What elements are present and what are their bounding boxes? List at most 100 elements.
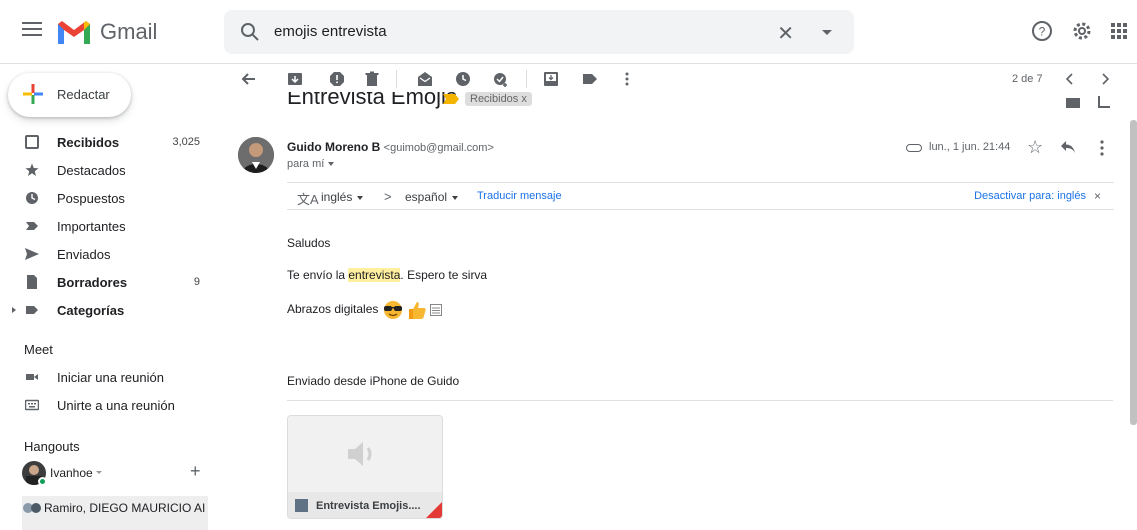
sidebar-nav: Recibidos 3,025 Destacados Pospuestos Im… xyxy=(0,128,216,324)
sidebar-item-categories[interactable]: Categorías xyxy=(0,296,216,324)
search-box[interactable]: emojis entrevista ✕ xyxy=(224,10,854,54)
label-icon xyxy=(26,306,38,314)
move-to-icon[interactable] xyxy=(543,71,559,87)
chevron-down-icon[interactable] xyxy=(328,162,335,167)
drafts-count: 9 xyxy=(193,276,200,288)
clock-icon xyxy=(26,192,38,204)
labels-icon[interactable] xyxy=(582,71,598,87)
expand-arrow-icon[interactable] xyxy=(12,307,16,313)
more-icon[interactable] xyxy=(619,71,635,87)
attachment-icon xyxy=(906,144,922,152)
sidebar-item-drafts[interactable]: Borradores 9 xyxy=(0,268,216,296)
mark-unread-icon[interactable] xyxy=(417,71,433,87)
file-corner-icon xyxy=(424,502,442,518)
app-name: Gmail xyxy=(100,19,158,44)
unread-count: 3,025 xyxy=(172,136,200,148)
close-icon[interactable]: × xyxy=(1094,189,1101,203)
divider xyxy=(287,400,1113,401)
prev-icon[interactable] xyxy=(1062,71,1078,87)
sidebar-item-snoozed[interactable]: Pospuestos xyxy=(0,184,216,212)
keyboard-icon xyxy=(25,399,39,411)
scrollbar[interactable] xyxy=(1130,120,1137,425)
gmail-logo-icon xyxy=(58,21,90,44)
sidebar-item-sent[interactable]: Enviados xyxy=(0,240,216,268)
sunglasses-emoji-icon xyxy=(383,301,402,319)
print-icon[interactable] xyxy=(1066,98,1080,108)
menu-icon[interactable] xyxy=(22,22,42,42)
target-language-select[interactable]: español xyxy=(405,190,459,204)
search-input[interactable]: emojis entrevista xyxy=(274,23,387,40)
sender: Guido Moreno B <guimob@gmail.com> xyxy=(287,140,494,154)
help-icon[interactable]: ? xyxy=(1031,20,1053,42)
source-language-select[interactable]: inglés xyxy=(321,190,364,204)
apps-icon[interactable] xyxy=(1108,20,1130,42)
toolbar-divider xyxy=(396,70,397,88)
settings-icon[interactable] xyxy=(1071,20,1093,42)
delete-icon[interactable] xyxy=(364,71,380,87)
hangouts-user[interactable]: Ivanhoe + xyxy=(22,461,216,487)
audio-icon xyxy=(295,499,308,512)
important-marker-icon[interactable] xyxy=(443,94,459,104)
sidebar-item-label: Borradores xyxy=(57,275,128,290)
snooze-icon[interactable] xyxy=(455,71,471,87)
dropdown-icon xyxy=(452,195,459,200)
translate-link[interactable]: Traducir mensaje xyxy=(477,190,562,202)
add-task-icon[interactable] xyxy=(493,71,509,87)
top-bar: Gmail emojis entrevista ✕ ? xyxy=(0,0,1137,64)
clear-icon[interactable]: ✕ xyxy=(777,21,794,46)
toolbar-divider xyxy=(526,70,527,88)
sidebar-item-starred[interactable]: Destacados xyxy=(0,156,216,184)
attachment-name: Entrevista Emojis.... xyxy=(316,500,421,512)
meet-section-title: Meet xyxy=(24,342,53,357)
contact-name: Ramiro, DIEGO MAURICIO AI xyxy=(44,501,206,515)
search-icon[interactable] xyxy=(240,22,260,42)
avatar[interactable] xyxy=(238,137,274,173)
label-chip[interactable]: Recibidos x xyxy=(465,92,532,106)
group-avatar-icon xyxy=(23,503,41,513)
back-icon[interactable] xyxy=(240,71,256,87)
star-icon xyxy=(25,163,39,176)
page-title: Entrevista Emojis xyxy=(287,92,457,109)
sidebar-item-label: Recibidos xyxy=(57,135,120,150)
more-icon[interactable] xyxy=(1100,140,1104,156)
sidebar-item-label: Pospuestos xyxy=(57,191,125,206)
sender-name[interactable]: Guido Moreno B xyxy=(287,140,380,154)
body-text: Abrazos digitales xyxy=(287,302,379,317)
sidebar-item-label: Categorías xyxy=(57,303,125,318)
disable-translate-link[interactable]: Desactivar para: inglés xyxy=(974,190,1086,202)
sender-email: <guimob@gmail.com> xyxy=(383,142,494,154)
sidebar-item-inbox[interactable]: Recibidos 3,025 xyxy=(0,128,216,156)
archive-icon[interactable] xyxy=(287,71,303,87)
pagination: 2 de 7 xyxy=(1012,73,1043,85)
open-new-window-icon[interactable] xyxy=(1098,96,1110,108)
search-options-icon[interactable] xyxy=(822,30,832,35)
search-highlight: entrevista xyxy=(348,268,401,282)
recipients[interactable]: para mí xyxy=(287,158,335,170)
meet-new-meeting[interactable]: Iniciar una reunión xyxy=(0,363,216,391)
next-icon[interactable] xyxy=(1097,71,1113,87)
spam-icon[interactable] xyxy=(329,71,345,87)
body-line: Te envío la entrevista. Espero te sirva xyxy=(287,268,487,282)
recipients-label: para mí xyxy=(287,158,325,170)
body-text: . Espero te sirva xyxy=(400,268,488,282)
attachment-card[interactable]: Entrevista Emojis.... xyxy=(287,415,443,519)
hangouts-section-title: Hangouts xyxy=(24,439,80,454)
online-status-icon xyxy=(38,477,47,486)
status-dropdown-icon[interactable] xyxy=(96,471,102,474)
sidebar-item-important[interactable]: Importantes xyxy=(0,212,216,240)
gmail-logo[interactable]: Gmail xyxy=(56,18,157,46)
send-icon xyxy=(25,248,39,260)
meet-item-label: Unirte a una reunión xyxy=(57,398,175,413)
reply-icon[interactable] xyxy=(1060,140,1076,154)
add-chat-icon[interactable]: + xyxy=(190,461,201,482)
meet-join-meeting[interactable]: Unirte a una reunión xyxy=(0,391,216,419)
thumbs-up-emoji-icon xyxy=(409,302,426,319)
compose-button[interactable]: Redactar xyxy=(8,73,131,117)
contact-item[interactable]: Ramiro, DIEGO MAURICIO AI xyxy=(22,499,208,517)
body-text: Te envío la xyxy=(287,268,349,282)
message-date: lun., 1 jun. 21:44 xyxy=(929,141,1011,153)
body-signature: Enviado desde iPhone de Guido xyxy=(287,374,460,388)
source-language: inglés xyxy=(321,190,353,204)
svg-text:?: ? xyxy=(1039,25,1046,39)
star-icon[interactable]: ☆ xyxy=(1027,137,1043,158)
